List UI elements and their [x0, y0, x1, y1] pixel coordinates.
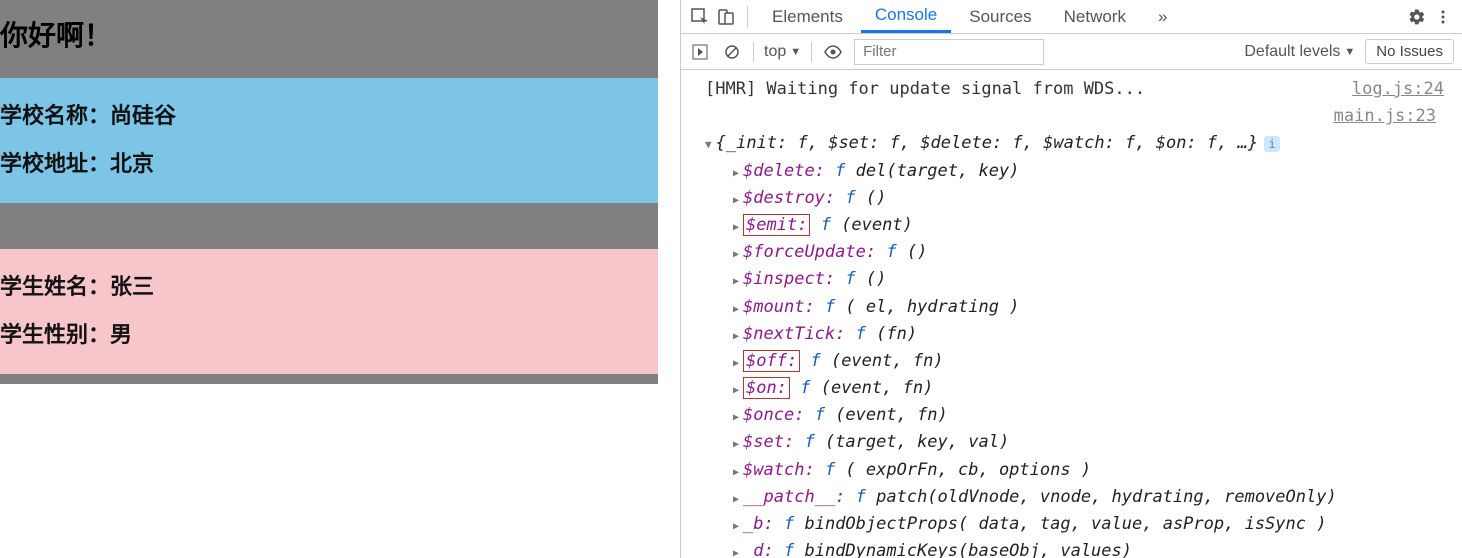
school-addr-label: 学校地址：: [0, 151, 110, 176]
student-card: 学生姓名：张三 学生性别：男: [0, 249, 658, 374]
object-property[interactable]: $mount: f ( el, hydrating ): [705, 294, 1452, 321]
school-addr-value: 北京: [110, 151, 154, 176]
object-property[interactable]: $off: f (event, fn): [705, 348, 1452, 375]
divider: [747, 6, 748, 28]
divider: [811, 42, 812, 62]
tab-console[interactable]: Console: [861, 0, 951, 33]
log-source-link[interactable]: main.js:23: [1334, 106, 1444, 126]
filter-input[interactable]: [854, 39, 1044, 65]
school-card: 学校名称：尚硅谷 学校地址：北京: [0, 78, 658, 203]
divider: [753, 42, 754, 62]
app-preview: 你好啊！ 学校名称：尚硅谷 学校地址：北京 学生姓名：张三 学生性别：男: [0, 0, 680, 558]
tab-network[interactable]: Network: [1050, 0, 1140, 33]
console-toolbar: top▼ Default levels▼ No Issues: [681, 34, 1462, 70]
student-name-label: 学生姓名：: [0, 274, 110, 299]
devtools-tabbar: Elements Console Sources Network »: [681, 0, 1462, 34]
issues-button[interactable]: No Issues: [1365, 39, 1454, 64]
student-name-value: 张三: [110, 274, 154, 299]
object-property[interactable]: $set: f (target, key, val): [705, 429, 1452, 456]
object-property[interactable]: $forceUpdate: f (): [705, 239, 1452, 266]
object-property[interactable]: $delete: f del(target, key): [705, 158, 1452, 185]
object-property[interactable]: $on: f (event, fn): [705, 375, 1452, 402]
levels-select[interactable]: Default levels▼: [1244, 43, 1355, 61]
play-icon[interactable]: [689, 41, 711, 63]
tab-elements[interactable]: Elements: [758, 0, 857, 33]
object-property[interactable]: _b: f bindObjectProps( data, tag, value,…: [705, 511, 1452, 538]
object-property[interactable]: $watch: f ( expOrFn, cb, options ): [705, 457, 1452, 484]
object-property[interactable]: $inspect: f (): [705, 266, 1452, 293]
console-output[interactable]: [HMR] Waiting for update signal from WDS…: [681, 70, 1462, 558]
log-source-link[interactable]: log.js:24: [1352, 76, 1452, 103]
log-message: [HMR] Waiting for update signal from WDS…: [705, 76, 1145, 103]
eye-icon[interactable]: [822, 41, 844, 63]
school-name-value: 尚硅谷: [110, 103, 176, 128]
object-property[interactable]: $emit: f (event): [705, 212, 1452, 239]
object-property[interactable]: $once: f (event, fn): [705, 402, 1452, 429]
tab-sources[interactable]: Sources: [955, 0, 1045, 33]
inspect-icon[interactable]: [689, 6, 711, 28]
student-gender-value: 男: [110, 322, 132, 347]
object-property[interactable]: $nextTick: f (fn): [705, 321, 1452, 348]
school-name-label: 学校名称：: [0, 103, 110, 128]
clear-icon[interactable]: [721, 41, 743, 63]
kebab-icon[interactable]: [1432, 6, 1454, 28]
object-property[interactable]: $destroy: f (): [705, 185, 1452, 212]
info-icon[interactable]: i: [1264, 136, 1280, 152]
context-select[interactable]: top▼: [764, 43, 801, 61]
device-toggle-icon[interactable]: [715, 6, 737, 28]
object-property[interactable]: _d: f bindDynamicKeys(baseObj, values): [705, 538, 1452, 558]
tab-more[interactable]: »: [1144, 0, 1181, 33]
devtools-panel: Elements Console Sources Network » top▼: [680, 0, 1462, 558]
page-title: 你好啊！: [0, 0, 658, 68]
object-summary[interactable]: {_init: f, $set: f, $delete: f, $watch: …: [705, 130, 1452, 157]
gear-icon[interactable]: [1406, 6, 1428, 28]
object-property[interactable]: __patch__: f patch(oldVnode, vnode, hydr…: [705, 484, 1452, 511]
student-gender-label: 学生性别：: [0, 322, 110, 347]
